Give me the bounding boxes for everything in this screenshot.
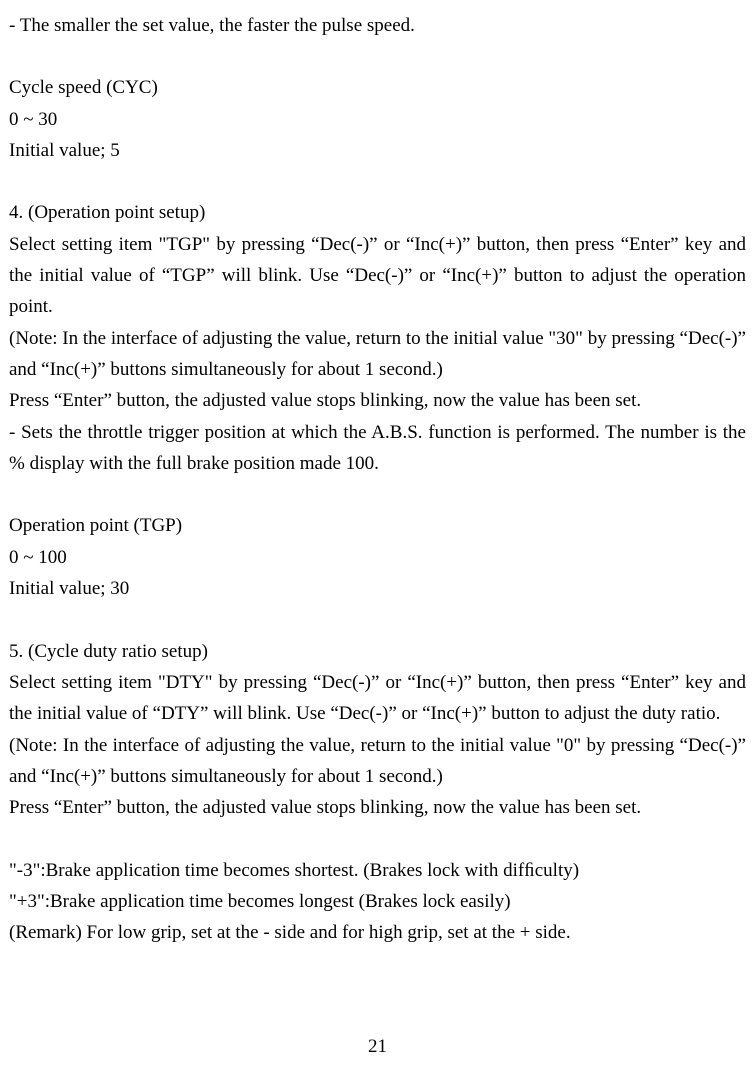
dty-line2: "+3":Brake application time becomes long… xyxy=(9,886,746,917)
section5-p2: (Note: In the interface of adjusting the… xyxy=(9,730,746,793)
spacer xyxy=(9,41,746,72)
section4-p2: (Note: In the interface of adjusting the… xyxy=(9,323,746,386)
section5-p3: Press “Enter” button, the adjusted value… xyxy=(9,792,746,823)
spacer xyxy=(9,824,746,855)
cyc-range: 0 ~ 30 xyxy=(9,104,746,135)
page-content: - The smaller the set value, the faster … xyxy=(0,0,755,949)
dty-line1: "-3":Brake application time becomes shor… xyxy=(9,855,746,886)
spacer xyxy=(9,605,746,636)
section4-p4: - Sets the throttle trigger position at … xyxy=(9,417,746,480)
tgp-range: 0 ~ 100 xyxy=(9,542,746,573)
tgp-title: Operation point (TGP) xyxy=(9,510,746,541)
tgp-initial: Initial value; 30 xyxy=(9,573,746,604)
cyc-initial: Initial value; 5 xyxy=(9,135,746,166)
dty-remark: (Remark) For low grip, set at the - side… xyxy=(9,917,746,948)
section4-p3: Press “Enter” button, the adjusted value… xyxy=(9,385,746,416)
section5-heading: 5. (Cycle duty ratio setup) xyxy=(9,636,746,667)
page-number: 21 xyxy=(0,1036,755,1058)
spacer xyxy=(9,479,746,510)
section5-p1: Select setting item "DTY" by pressing “D… xyxy=(9,667,746,730)
section4-p1: Select setting item "TGP" by pressing “D… xyxy=(9,229,746,323)
cyc-title: Cycle speed (CYC) xyxy=(9,72,746,103)
spacer xyxy=(9,166,746,197)
section4-heading: 4. (Operation point setup) xyxy=(9,197,746,228)
pulse-note: - The smaller the set value, the faster … xyxy=(9,10,746,41)
